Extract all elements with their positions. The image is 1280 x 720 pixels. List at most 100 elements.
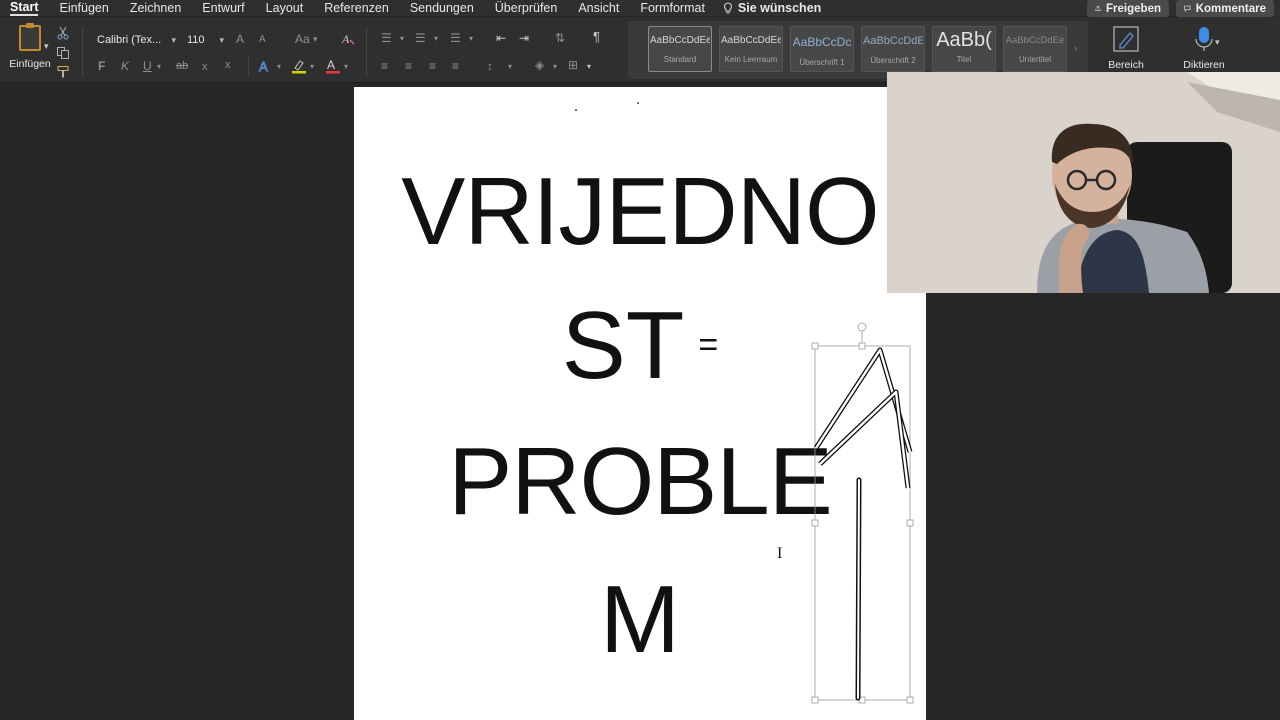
font-size-select[interactable]: 110 ▾ <box>183 30 228 50</box>
highlight-icon[interactable] <box>291 58 307 74</box>
paste-button[interactable]: Einfügen <box>8 23 52 81</box>
style-subtitle[interactable]: AaBbCcDdEe Untertitel <box>1003 26 1067 72</box>
resize-handle[interactable] <box>858 342 866 350</box>
strikethrough-button[interactable]: ab <box>176 59 188 73</box>
paste-label: Einfügen <box>9 58 51 70</box>
underline-button[interactable]: U <box>143 59 152 73</box>
tab-ansicht[interactable]: Ansicht <box>578 0 619 16</box>
decrease-indent-icon[interactable]: ⇤ <box>496 31 506 45</box>
resize-handle[interactable] <box>811 342 819 350</box>
chevron-down-icon[interactable]: ▾ <box>157 60 161 74</box>
chevron-down-icon[interactable]: ▾ <box>1215 35 1220 49</box>
chevron-down-icon[interactable]: ▾ <box>310 60 314 74</box>
styles-pane-icon <box>1113 26 1139 52</box>
chevron-down-icon[interactable]: ▾ <box>434 32 438 46</box>
tab-einfuegen[interactable]: Einfügen <box>59 0 108 16</box>
resize-handle[interactable] <box>811 519 819 527</box>
comment-icon <box>1184 5 1191 12</box>
resize-handle[interactable] <box>811 696 819 704</box>
multilevel-list-icon[interactable]: ☰ <box>450 31 461 45</box>
ribbon-separator <box>366 27 367 77</box>
clear-formatting-icon[interactable]: A <box>341 31 356 46</box>
style-standard[interactable]: AaBbCcDdEe Standard <box>648 26 712 72</box>
webcam-overlay <box>887 72 1280 293</box>
bullets-icon[interactable]: ☰ <box>381 31 392 45</box>
tab-sendungen[interactable]: Sendungen <box>410 0 474 16</box>
text-cursor-icon: I <box>777 545 783 562</box>
grow-font-icon[interactable]: A <box>236 32 244 46</box>
align-right-icon[interactable]: ≡ <box>429 59 436 73</box>
align-left-icon[interactable]: ≡ <box>381 59 388 73</box>
sort-icon[interactable]: ⇅ <box>555 31 565 45</box>
numbering-icon[interactable]: ☰ <box>415 31 426 45</box>
chevron-down-icon[interactable]: ▾ <box>553 60 557 74</box>
document-text-line-1[interactable]: VRIJEDNO <box>354 157 926 267</box>
subscript-button[interactable]: x <box>202 60 208 74</box>
copy-icon[interactable] <box>56 46 70 60</box>
svg-text:A: A <box>259 59 268 73</box>
line-spacing-icon[interactable]: ↕ <box>487 59 493 73</box>
tab-referenzen[interactable]: Referenzen <box>324 0 389 16</box>
tab-start[interactable]: Start <box>10 0 39 16</box>
tell-me-label: Sie wünschen <box>737 1 822 15</box>
chevron-down-icon[interactable]: ▾ <box>313 32 318 46</box>
italic-button[interactable]: K <box>121 59 129 73</box>
comments-button[interactable]: Kommentare <box>1176 0 1274 17</box>
tab-zeichnen[interactable]: Zeichnen <box>130 0 181 16</box>
style-heading-2[interactable]: AaBbCcDdEe Überschrift 2 <box>861 26 925 72</box>
shading-icon[interactable]: ◈ <box>535 58 544 72</box>
tab-ueberpruefen[interactable]: Überprüfen <box>495 0 558 16</box>
tell-me-search[interactable]: Sie wünschen <box>723 0 821 16</box>
webcam-person-image <box>887 72 1280 293</box>
superscript-button[interactable]: x <box>225 58 231 72</box>
chevron-down-icon[interactable]: ▾ <box>400 32 404 46</box>
resize-handle[interactable] <box>906 696 914 704</box>
word-window: Start Einfügen Zeichnen Entwurf Layout R… <box>0 0 1280 720</box>
justify-icon[interactable]: ≡ <box>452 59 459 73</box>
svg-text:A: A <box>341 32 350 46</box>
tab-entwurf[interactable]: Entwurf <box>202 0 244 16</box>
chevron-down-icon[interactable]: ▾ <box>587 60 591 74</box>
paste-dropdown-icon[interactable]: ▾ <box>44 39 49 53</box>
styles-gallery: AaBbCcDdEe Standard AaBbCcDdEe Kein Leer… <box>628 21 1088 79</box>
borders-icon[interactable]: ⊞ <box>568 58 578 72</box>
rotate-handle[interactable] <box>857 322 867 332</box>
arrow-shaft-fill <box>857 479 860 699</box>
text-effects-icon[interactable]: A <box>258 59 272 73</box>
share-button[interactable]: Freigeben <box>1087 0 1169 17</box>
ribbon-separator <box>82 27 83 77</box>
style-preview: AaBbCcDdEe <box>721 35 781 46</box>
resize-handle[interactable] <box>906 519 914 527</box>
style-title[interactable]: AaBb( Titel <box>932 26 996 72</box>
chevron-right-icon[interactable]: › <box>1074 43 1077 54</box>
bold-button[interactable]: F <box>98 59 105 73</box>
font-color-icon[interactable]: A <box>325 58 341 74</box>
shrink-font-icon[interactable]: A <box>259 33 266 47</box>
paragraph-mark-icon[interactable]: ¶ <box>593 30 600 44</box>
change-case-icon[interactable]: Aa <box>295 32 310 46</box>
align-center-icon[interactable]: ≡ <box>405 59 412 73</box>
chevron-down-icon[interactable]: ▾ <box>469 32 473 46</box>
tab-layout[interactable]: Layout <box>266 0 304 16</box>
paste-icon <box>19 23 41 51</box>
chevron-down-icon: ▾ <box>171 34 176 45</box>
style-kein-leerraum[interactable]: AaBbCcDdEe Kein Leerraum <box>719 26 783 72</box>
tab-formformat[interactable]: Formformat <box>640 0 705 16</box>
style-heading-1[interactable]: AaBbCcDc Überschrift 1 <box>790 26 854 72</box>
chevron-down-icon[interactable]: ▾ <box>508 60 512 74</box>
ribbon-separator <box>248 57 249 77</box>
font-name-select[interactable]: Calibri (Tex... ▾ <box>92 30 180 50</box>
style-name: Untertitel <box>1018 55 1051 64</box>
share-icon <box>1095 5 1101 11</box>
chevron-down-icon[interactable]: ▾ <box>344 60 348 74</box>
increase-indent-icon[interactable]: ⇥ <box>519 31 529 45</box>
stray-mark <box>637 102 639 104</box>
document-text-st: ST <box>561 292 685 399</box>
chevron-down-icon[interactable]: ▾ <box>277 60 281 74</box>
cut-icon[interactable] <box>57 26 69 40</box>
format-painter-icon[interactable] <box>56 65 70 79</box>
chevron-down-icon: ▾ <box>219 34 224 45</box>
styles-pane-label: Bereich <box>1108 59 1144 71</box>
share-label: Freigeben <box>1106 2 1161 15</box>
drawn-arrow-shape[interactable] <box>810 320 920 710</box>
